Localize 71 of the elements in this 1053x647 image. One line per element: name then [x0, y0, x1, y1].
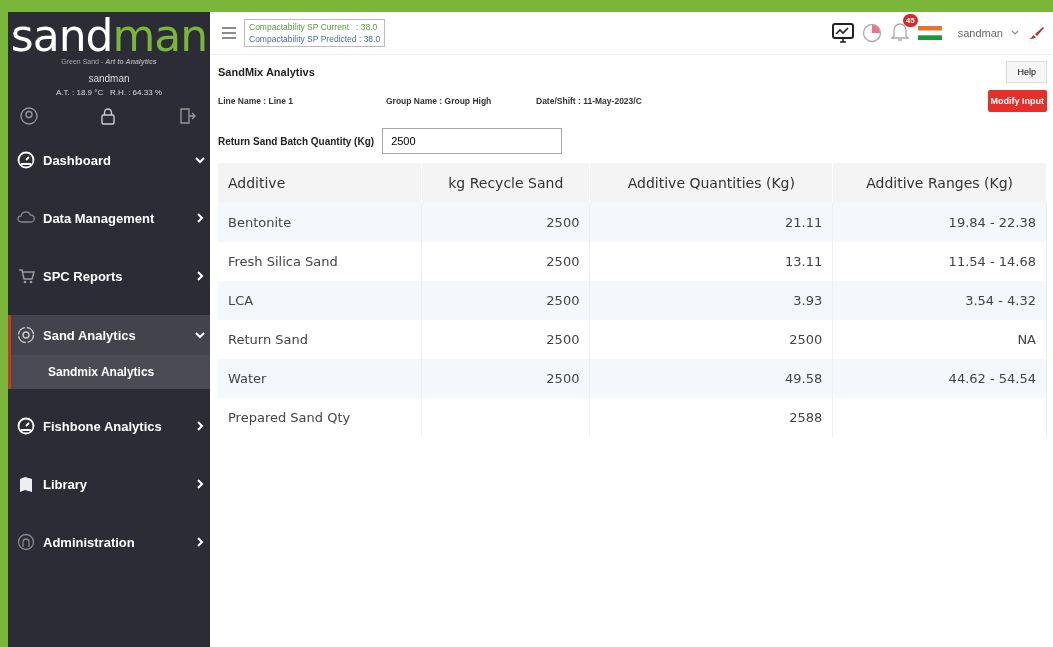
- sp-current: Compactability SP Current : 38.0: [249, 22, 379, 32]
- table-cell: 2500: [546, 215, 580, 230]
- table-cell: Prepared Sand Qty: [228, 410, 351, 425]
- modify-input-button[interactable]: Modify Input: [987, 90, 1047, 112]
- page-title: SandMix Analytivs: [218, 66, 315, 78]
- menu-icon[interactable]: [222, 27, 236, 39]
- gauge-icon: [17, 417, 35, 435]
- batch-quantity-label: Return Sand Batch Quantity (Kg): [218, 135, 375, 147]
- table-cell: Fresh Silica Sand: [228, 254, 338, 269]
- table-cell: LCA: [228, 293, 254, 308]
- table-cell: 2500: [546, 371, 580, 386]
- logo: sandman: [9, 16, 209, 56]
- nav-item[interactable]: Fishbone Analytics: [8, 397, 210, 455]
- column-header: Additive Ranges (Kg): [832, 163, 1047, 203]
- chevron-right-icon: [194, 478, 206, 490]
- table-cell: Water: [228, 371, 267, 386]
- head-icon: [17, 533, 35, 551]
- table-cell: NA: [1017, 332, 1036, 347]
- chevron-down-icon: [194, 329, 206, 341]
- weather-readings: A.T. : 18.9 °C R.H. : 64.33 %: [55, 88, 163, 97]
- gauge-icon: [17, 151, 35, 169]
- table-cell: 2500: [789, 332, 823, 347]
- date-shift: Date/Shift : 11-May-2023/C: [536, 96, 642, 106]
- table-cell: 2588: [789, 410, 823, 425]
- help-button[interactable]: Help: [1006, 61, 1047, 83]
- nav-item[interactable]: Administration: [8, 513, 210, 571]
- brush-icon[interactable]: [1027, 26, 1045, 40]
- table-cell: 11.54 - 14.68: [948, 254, 1036, 269]
- cart-icon: [17, 267, 35, 285]
- table-cell: 21.11: [785, 215, 823, 230]
- chevron-right-icon: [194, 536, 206, 548]
- nav-item[interactable]: Dashboard: [8, 131, 210, 189]
- column-header: Additive: [218, 163, 422, 203]
- batch-quantity-field[interactable]: 2500: [382, 128, 563, 154]
- chevron-right-icon: [194, 270, 206, 282]
- table-cell: Bentonite: [228, 215, 292, 230]
- sp-predicted: Compactability SP Predicted : 38.0: [249, 34, 381, 44]
- table-cell: 19.84 - 22.38: [948, 215, 1036, 230]
- table-cell: 2500: [546, 332, 580, 347]
- table-cell: 13.11: [785, 254, 823, 269]
- group-name: Group Name : Group High: [386, 96, 493, 106]
- notification-badge: 45: [902, 14, 918, 27]
- table-cell: 3.93: [793, 293, 823, 308]
- table-cell: 3.54 - 4.32: [965, 293, 1036, 308]
- sub-nav-item[interactable]: Sandmix Analytics: [8, 355, 210, 389]
- table-cell: Return Sand: [228, 332, 308, 347]
- nav-item[interactable]: Library: [8, 455, 210, 513]
- caret-icon: [1011, 30, 1019, 36]
- chevron-down-icon: [194, 154, 206, 166]
- table-cell: 2500: [546, 293, 580, 308]
- user-name: sandman: [87, 73, 131, 84]
- logout-icon[interactable]: [178, 107, 196, 125]
- nav-item[interactable]: Data Management: [8, 189, 210, 247]
- table-cell: 44.62 - 54.54: [948, 371, 1036, 386]
- chevron-right-icon: [194, 420, 206, 432]
- flag-icon: [917, 26, 942, 40]
- line-name: Line Name : Line 1: [218, 96, 295, 106]
- nav-item[interactable]: SPC Reports: [8, 247, 210, 305]
- monitor-chart-icon[interactable]: [831, 23, 854, 43]
- table-cell: 49.58: [785, 371, 823, 386]
- nav-item[interactable]: Sand Analytics: [8, 315, 210, 355]
- column-header: Additive Quantities (Kg): [589, 163, 833, 203]
- chevron-right-icon: [194, 212, 206, 224]
- table-cell: 2500: [546, 254, 580, 269]
- profile-icon[interactable]: [20, 107, 38, 125]
- column-header: kg Recycle Sand: [421, 163, 590, 203]
- pie-chart-icon[interactable]: [861, 23, 882, 43]
- user-menu[interactable]: sandman: [957, 27, 1003, 39]
- cycle-icon: [17, 326, 35, 344]
- lock-icon[interactable]: [99, 107, 117, 125]
- book-icon: [17, 475, 35, 493]
